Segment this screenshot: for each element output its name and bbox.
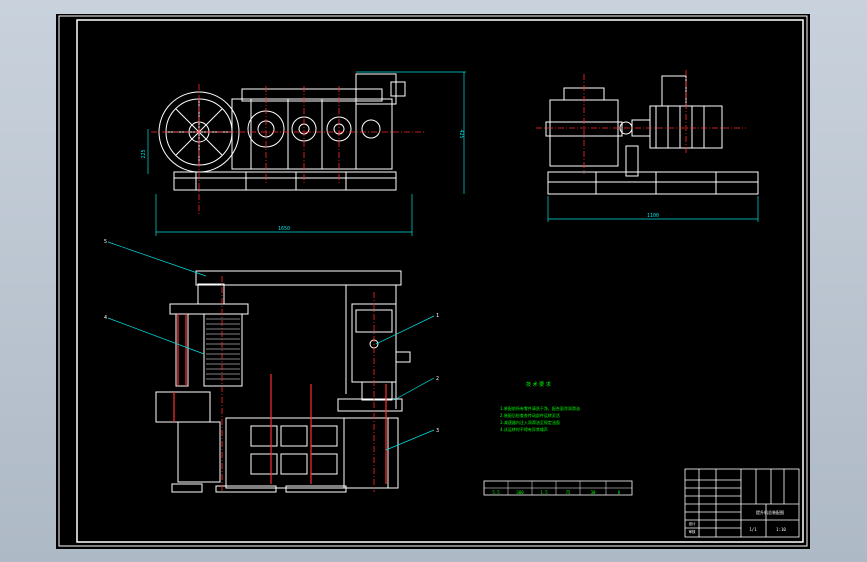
callout-3: 3 [436,428,439,434]
dim-front-right-height: 425 [458,129,464,138]
parameters-table: 5.5 380 1.5 75 30 8 [483,480,633,496]
param-cell-4: 75 [566,490,571,495]
tech-req-line-1: 1.装配前所有零件清洗干净，配合面涂润滑油 [500,405,580,411]
plan-top-beam [195,270,402,286]
side-view [545,75,759,195]
callout-1: 1 [436,313,439,319]
param-cell-6: 8 [618,490,621,495]
tech-req-line-4: 4.试运转时不得有异常噪声 [500,426,548,432]
front-base-frame [173,171,397,191]
param-cell-2: 380 [516,490,524,495]
plan-gear-train [225,417,399,489]
gearbox-housing [231,98,393,170]
front-dimensions [147,71,466,236]
callout-4: 4 [104,315,107,321]
drum-winding [206,318,240,380]
inner-border [76,19,804,543]
param-cell-1: 5.5 [492,490,500,495]
tech-req-line-3: 3.减速器内注入润滑油至规定油面 [500,419,560,425]
designer-label: 设计 [689,521,697,526]
dim-side-width: 1100 [647,213,659,219]
drawing-scale: 1:10 [776,527,786,532]
side-base [547,171,759,195]
plan-view [155,270,411,493]
dim-front-width: 1650 [278,226,290,232]
checker-label: 审核 [689,529,697,534]
cad-drawing: 1650 225 425 1100 5 4 1 2 3 技 术 要 求 1.装配… [58,15,808,547]
outer-border [58,15,808,547]
technical-requirements: 技 术 要 求 1.装配前所有零件清洗干净，配合面涂润滑油 2.装配后检查各传动… [500,381,580,432]
drawing-sheet: 1650 225 425 1100 5 4 1 2 3 技 术 要 求 1.装配… [56,14,810,549]
drawing-name: 提升机总装配图 [756,509,784,515]
plan-drum [203,313,243,387]
callout-5: 5 [104,239,107,245]
drawing-sheet-number: 1/1 [749,527,757,532]
plan-center-lines [221,276,375,492]
callout-2: 2 [436,376,439,382]
tech-req-title: 技 术 要 求 [526,381,551,388]
param-cell-3: 1.5 [540,490,548,495]
dim-front-height: 225 [141,149,147,158]
param-cell-5: 30 [591,490,596,495]
tech-req-line-2: 2.装配后检查各传动部件运转灵活 [500,412,560,418]
